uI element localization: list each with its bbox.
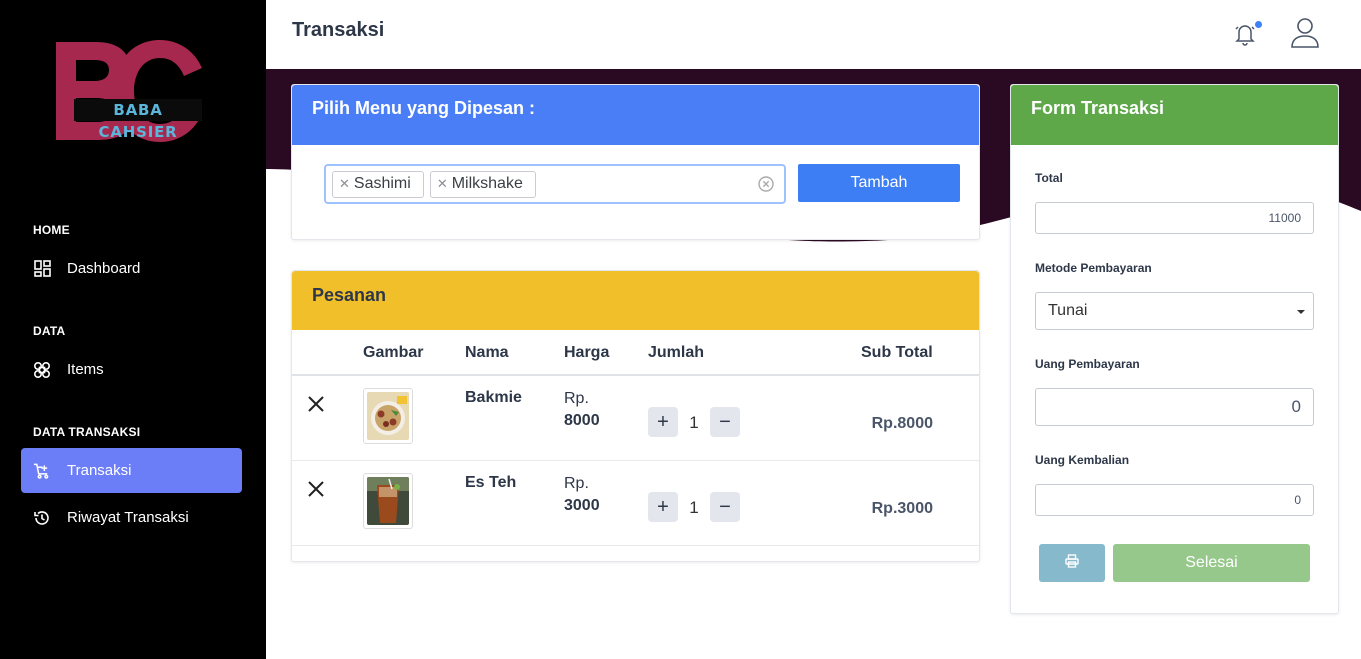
bell-icon[interactable]	[1234, 22, 1256, 46]
row-divider	[292, 545, 979, 546]
increment-button[interactable]: +	[648, 407, 678, 437]
remove-item-icon[interactable]	[307, 395, 325, 413]
sidebar-item-label: Riwayat Transaksi	[67, 509, 189, 526]
column-header: Harga	[564, 344, 610, 361]
sidebar-item-label: Items	[67, 361, 104, 378]
sidebar-item-riwayat-transaksi[interactable]: Riwayat Transaksi	[21, 495, 242, 540]
top-header: Transaksi	[266, 0, 1361, 69]
item-price: 8000	[564, 412, 600, 429]
increment-button[interactable]: +	[648, 492, 678, 522]
item-image	[363, 388, 413, 444]
nav-heading-home: HOME	[33, 223, 70, 237]
selected-tag[interactable]: ✕ Sashimi	[332, 170, 424, 198]
printer-icon	[1065, 553, 1079, 573]
chevron-down-icon	[1297, 310, 1305, 314]
tambah-button[interactable]: Tambah	[798, 164, 960, 202]
uang-pembayaran-label: Uang Pembayaran	[1035, 357, 1140, 371]
sidebar-item-dashboard[interactable]: Dashboard	[21, 246, 242, 291]
tag-label: Sashimi	[353, 175, 411, 192]
sidebar-item-label: Transaksi	[67, 462, 132, 479]
column-header: Nama	[465, 344, 509, 361]
es-teh-image	[367, 477, 409, 525]
remove-item-icon[interactable]	[307, 480, 325, 498]
order-card-title: Pesanan	[292, 271, 979, 330]
cart-plus-icon	[33, 462, 51, 480]
bakmie-image	[367, 392, 409, 440]
row-divider	[292, 460, 979, 461]
sidebar-item-transaksi[interactable]: Transaksi	[21, 448, 242, 493]
metode-select[interactable]: Tunai	[1035, 292, 1314, 330]
menu-card-title: Pilih Menu yang Dipesan :	[292, 85, 979, 145]
print-button[interactable]	[1039, 544, 1105, 582]
logo-text: BABA CAHSIER	[74, 99, 202, 141]
notification-dot	[1255, 21, 1262, 28]
item-price-prefix: Rp.	[564, 390, 589, 407]
uang-kembalian-label: Uang Kembalian	[1035, 453, 1130, 467]
column-header: Jumlah	[648, 344, 705, 361]
quantity-value: 1	[689, 498, 699, 517]
sidebar: BABA CAHSIER HOME Dashboard DATA Items D…	[0, 0, 266, 659]
item-image	[363, 473, 413, 529]
tag-label: Milkshake	[451, 175, 523, 192]
clear-selection-icon[interactable]	[758, 176, 774, 192]
item-name: Es Teh	[465, 474, 517, 491]
column-header: Sub Total	[861, 344, 933, 361]
header-divider	[292, 374, 979, 376]
decrement-button[interactable]: −	[710, 492, 740, 522]
metode-selected-value: Tunai	[1048, 302, 1088, 319]
uang-pembayaran-field[interactable]: 0	[1035, 388, 1314, 426]
column-header: Gambar	[363, 344, 424, 361]
total-field[interactable]: 11000	[1035, 202, 1314, 234]
item-price: 3000	[564, 497, 600, 514]
app-logo[interactable]: BABA CAHSIER	[52, 38, 208, 144]
page-title: Transaksi	[292, 19, 385, 41]
sidebar-item-items[interactable]: Items	[21, 347, 242, 392]
dashboard-icon	[33, 260, 51, 278]
item-name: Bakmie	[465, 389, 522, 406]
remove-tag-icon[interactable]: ✕	[339, 176, 350, 192]
total-label: Total	[1035, 171, 1063, 185]
history-icon	[33, 509, 51, 527]
quantity-value: 1	[689, 413, 699, 432]
sidebar-item-label: Dashboard	[67, 260, 141, 277]
selesai-button[interactable]: Selesai	[1113, 544, 1310, 582]
item-subtotal: Rp.3000	[871, 500, 933, 517]
nav-heading-data-transaksi: DATA TRANSAKSI	[33, 425, 141, 439]
metode-label: Metode Pembayaran	[1035, 261, 1152, 275]
items-icon	[33, 361, 51, 379]
form-card-title: Form Transaksi	[1011, 85, 1338, 145]
menu-multiselect[interactable]: ✕ Sashimi ✕ Milkshake	[324, 164, 786, 204]
order-card: Pesanan Gambar Nama Harga Jumlah Sub Tot…	[291, 270, 980, 562]
user-icon[interactable]	[1289, 17, 1321, 49]
nav-heading-data: DATA	[33, 324, 66, 338]
item-price-prefix: Rp.	[564, 475, 589, 492]
decrement-button[interactable]: −	[710, 407, 740, 437]
item-subtotal: Rp.8000	[871, 415, 933, 432]
selected-tag[interactable]: ✕ Milkshake	[429, 170, 536, 198]
uang-kembalian-field[interactable]: 0	[1035, 484, 1314, 516]
menu-selection-card: Pilih Menu yang Dipesan : ✕ Sashimi ✕ Milk…	[291, 84, 980, 240]
remove-tag-icon[interactable]: ✕	[437, 176, 448, 192]
transaction-form-card: Form Transaksi Total 11000 Metode Pembay…	[1010, 84, 1339, 614]
